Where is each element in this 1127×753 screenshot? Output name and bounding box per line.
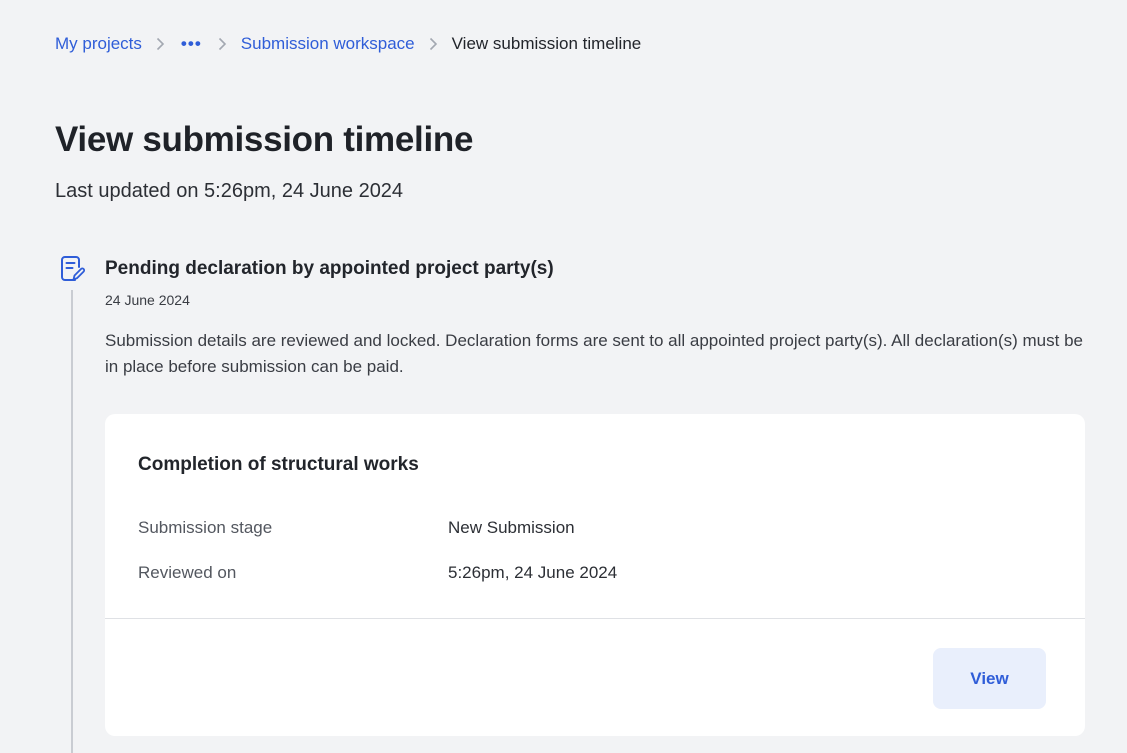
submission-card: Completion of structural works Submissio… [105,414,1085,736]
view-button[interactable]: View [933,648,1046,709]
breadcrumb-my-projects[interactable]: My projects [55,34,142,54]
timeline-line [71,290,73,753]
breadcrumb-submission-workspace[interactable]: Submission workspace [241,34,415,54]
card-divider [105,618,1085,619]
last-updated-text: Last updated on 5:26pm, 24 June 2024 [55,180,404,202]
submission-stage-value: New Submission [448,518,575,537]
reviewed-on-label: Reviewed on [138,563,237,582]
submission-card-title: Completion of structural works [138,454,419,475]
chevron-right-icon [429,37,438,51]
timeline-event-title: Pending declaration by appointed project… [105,258,554,279]
chevron-right-icon [218,37,227,51]
document-edit-icon [59,255,85,283]
timeline-event-date: 24 June 2024 [105,292,190,308]
chevron-right-icon [156,37,165,51]
timeline-event-description: Submission details are reviewed and lock… [105,331,1083,376]
breadcrumb-current: View submission timeline [451,34,642,53]
breadcrumb-more-button[interactable]: ••• [179,34,204,54]
submission-stage-label: Submission stage [138,518,273,537]
reviewed-on-value: 5:26pm, 24 June 2024 [448,563,618,582]
breadcrumb: My projects ••• Submission workspace Vie… [55,34,641,54]
page-title: View submission timeline [55,120,474,159]
